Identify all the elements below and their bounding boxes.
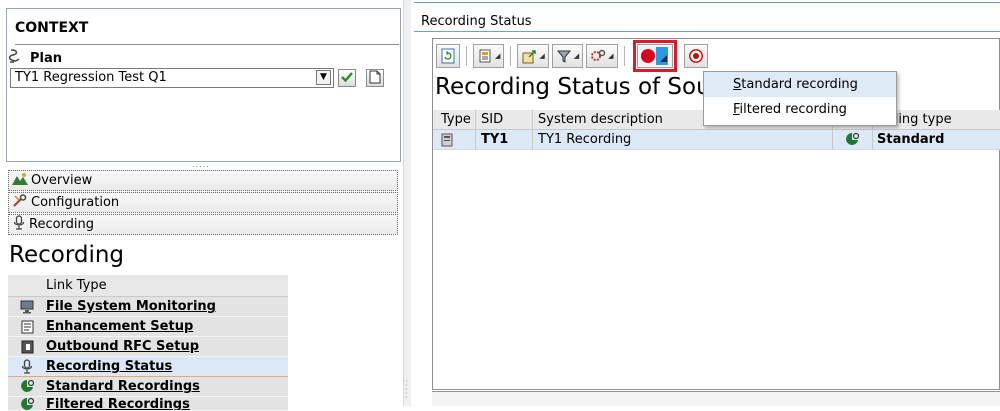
- confirm-button[interactable]: [338, 69, 356, 87]
- link-table: Link Type File System Monitoring Enhance…: [8, 275, 288, 411]
- menu-item-filtered-recording[interactable]: Filtered recording: [704, 97, 896, 122]
- plan-label-text: Plan: [30, 50, 63, 66]
- divider: [15, 44, 399, 45]
- filtered-recording-icon: [8, 397, 46, 410]
- nav-configuration-label: Configuration: [31, 195, 120, 210]
- start-recording-dropdown-button[interactable]: [632, 40, 677, 72]
- col-type[interactable]: Type: [433, 110, 476, 129]
- recording-dropdown-menu: Standard recording Filtered recording: [703, 71, 897, 126]
- export-icon: [522, 50, 537, 64]
- toolbar-separator: [510, 46, 512, 66]
- filter-icon: [556, 50, 571, 63]
- link-standard-recordings[interactable]: Standard Recordings: [46, 379, 200, 394]
- refresh-icon: [441, 48, 455, 64]
- link-outbound-rfc-setup[interactable]: Outbound RFC Setup: [46, 339, 199, 354]
- link-row-enhancement-setup[interactable]: Enhancement Setup: [8, 317, 288, 337]
- toolbar: ◢ ◢ ◢ ◢: [436, 40, 708, 72]
- type-cell: [433, 130, 476, 149]
- plan-select[interactable]: TY1 Regression Test Q1: [10, 68, 334, 88]
- wrench-icon: [12, 193, 28, 212]
- status-cell: [833, 130, 873, 149]
- chevron-down-icon: ◢: [608, 52, 614, 60]
- sid-cell: TY1: [476, 130, 533, 149]
- microphone-icon: [12, 215, 26, 234]
- panel-tab-title: Recording Status: [421, 14, 532, 29]
- context-title: CONTEXT: [15, 20, 89, 36]
- toolbar-separator: [466, 46, 467, 66]
- link-row-file-system-monitoring[interactable]: File System Monitoring: [8, 297, 288, 317]
- link-enhancement-setup[interactable]: Enhancement Setup: [46, 319, 193, 334]
- divider: [414, 2, 1000, 3]
- menu-item-label: tandard recording: [741, 77, 858, 92]
- settings-icon: [591, 49, 606, 61]
- menu-item-label: iltered recording: [739, 102, 847, 117]
- layout-icon: [479, 49, 491, 63]
- description-cell: TY1 Recording: [533, 130, 833, 149]
- link-row-recording-status[interactable]: Recording Status: [8, 357, 288, 377]
- col-sid[interactable]: SID: [476, 110, 533, 129]
- nav-recording-label: Recording: [29, 217, 95, 232]
- link-type-header: Link Type: [8, 275, 288, 297]
- splitter-grip: · · · · ·: [405, 377, 408, 402]
- page-title: Recording Status of Sourc: [435, 74, 733, 100]
- export-button[interactable]: ◢: [517, 44, 549, 68]
- toolbar-separator: [623, 46, 625, 66]
- record-target-button[interactable]: [683, 44, 708, 68]
- chevron-down-icon[interactable]: ▼: [316, 70, 331, 85]
- chevron-down-icon: ◢: [539, 52, 545, 60]
- link-row-filtered-recordings[interactable]: Filtered Recordings: [8, 397, 288, 411]
- new-document-icon: [369, 70, 381, 84]
- microphone-icon: [8, 359, 46, 374]
- checkmark-icon: [341, 72, 353, 83]
- horizontal-splitter[interactable]: .....: [192, 160, 210, 169]
- new-document-button[interactable]: [366, 69, 384, 87]
- layout-button[interactable]: ◢: [473, 44, 505, 68]
- table-row[interactable]: TY1 TY1 Recording Standard: [433, 130, 1000, 150]
- link-filtered-recordings[interactable]: Filtered Recordings: [46, 397, 190, 410]
- nav-overview[interactable]: Overview: [8, 170, 398, 191]
- link-row-standard-recordings[interactable]: Standard Recordings: [8, 377, 288, 397]
- divider: [414, 31, 1000, 32]
- chevron-down-icon: ◢: [495, 52, 501, 60]
- nav-recording[interactable]: Recording: [8, 214, 398, 235]
- outbound-icon: [8, 340, 46, 354]
- record-dropdown-icon: [640, 47, 668, 65]
- record-target-icon: [688, 49, 703, 63]
- document-icon: [8, 320, 46, 334]
- link-recording-status[interactable]: Recording Status: [46, 359, 172, 374]
- horizontal-scrollbar[interactable]: [432, 391, 1000, 406]
- standard-recording-icon: [846, 132, 860, 145]
- settings-button[interactable]: ◢: [586, 44, 618, 68]
- plan-label: Plan: [8, 48, 62, 68]
- refresh-button[interactable]: [436, 44, 460, 68]
- vertical-splitter[interactable]: [403, 0, 411, 406]
- overview-mountain-icon: [12, 172, 28, 190]
- section-title: Recording: [9, 242, 125, 268]
- standard-recording-icon: [8, 379, 46, 394]
- link-row-outbound-rfc-setup[interactable]: Outbound RFC Setup: [8, 337, 288, 357]
- filter-button[interactable]: ◢: [551, 44, 584, 68]
- system-icon: [441, 133, 453, 146]
- recording-type-cell: Standard: [877, 132, 945, 147]
- nav-overview-label: Overview: [31, 173, 93, 188]
- menu-item-standard-recording[interactable]: Standard recording: [704, 72, 896, 97]
- link-file-system-monitoring[interactable]: File System Monitoring: [46, 299, 216, 314]
- plan-link-icon: [8, 48, 22, 68]
- monitor-icon: [8, 300, 46, 314]
- chevron-down-icon: ◢: [573, 52, 580, 60]
- nav-configuration[interactable]: Configuration: [8, 192, 398, 213]
